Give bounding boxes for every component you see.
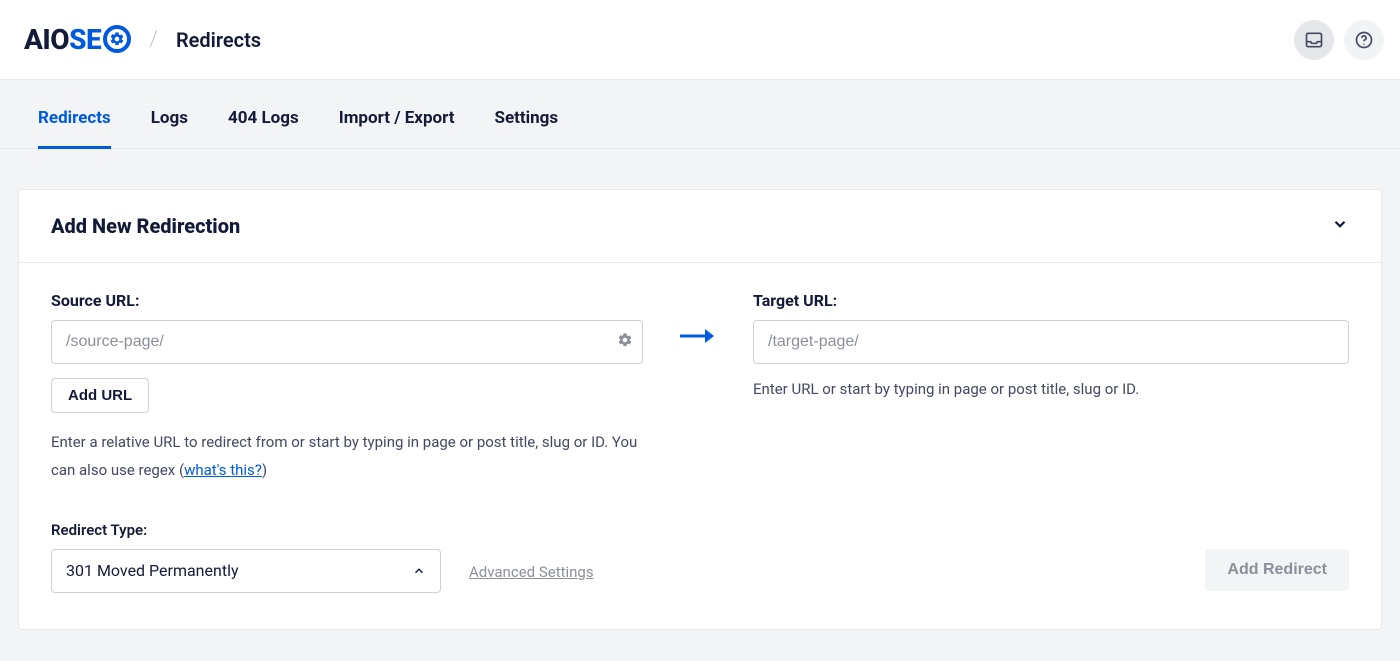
redirect-type-selected: 301 Moved Permanently xyxy=(66,561,239,580)
target-help-text: Enter URL or start by typing in page or … xyxy=(753,380,1349,398)
inbox-icon xyxy=(1304,30,1324,50)
source-help-post: ) xyxy=(262,461,267,479)
arrow-right-icon xyxy=(678,327,718,349)
gear-icon xyxy=(617,332,633,348)
form-row-bottom: Redirect Type: 301 Moved Permanently Adv… xyxy=(51,521,1349,593)
form-row-urls: Source URL: Add URL Enter a relative URL… xyxy=(51,291,1349,485)
panel-body: Source URL: Add URL Enter a relative URL… xyxy=(19,263,1381,629)
panel-title: Add New Redirection xyxy=(51,214,240,238)
source-help-pre: Enter a relative URL to redirect from or… xyxy=(51,433,637,479)
whats-this-link[interactable]: what's this? xyxy=(184,461,262,479)
source-url-label: Source URL: xyxy=(51,291,643,310)
tab-logs[interactable]: Logs xyxy=(151,80,188,149)
target-url-input[interactable] xyxy=(753,320,1349,364)
arrow-column xyxy=(643,291,753,349)
source-column: Source URL: Add URL Enter a relative URL… xyxy=(51,291,643,485)
add-redirect-button[interactable]: Add Redirect xyxy=(1205,549,1349,591)
redirect-type-block: Redirect Type: 301 Moved Permanently xyxy=(51,521,441,593)
logo-gear-icon xyxy=(103,25,131,53)
panel-add-redirection: Add New Redirection Source URL: Add URL … xyxy=(18,189,1382,630)
help-icon xyxy=(1354,30,1374,50)
chevron-down-icon xyxy=(1331,215,1349,233)
tabs: Redirects Logs 404 Logs Import / Export … xyxy=(0,80,1400,149)
redirect-type-select[interactable]: 301 Moved Permanently xyxy=(51,549,441,593)
target-column: Target URL: Enter URL or start by typing… xyxy=(753,291,1349,398)
page-title: Redirects xyxy=(176,28,261,52)
breadcrumb-separator: / xyxy=(149,27,158,52)
tab-404-logs[interactable]: 404 Logs xyxy=(228,80,299,149)
logo-text-aio: AIO xyxy=(24,23,69,56)
source-url-options-button[interactable] xyxy=(617,332,633,352)
source-help-text: Enter a relative URL to redirect from or… xyxy=(51,429,641,485)
tab-import-export[interactable]: Import / Export xyxy=(339,80,455,149)
logo-text-se: SE xyxy=(69,23,101,56)
panel-collapse-toggle[interactable] xyxy=(1331,215,1349,237)
topbar: AIO SE / Redirects xyxy=(0,0,1400,80)
target-url-label: Target URL: xyxy=(753,291,1349,310)
advanced-settings-link[interactable]: Advanced Settings xyxy=(469,563,594,581)
chevron-up-icon xyxy=(412,564,426,578)
logo: AIO SE xyxy=(24,23,131,56)
source-url-input[interactable] xyxy=(51,320,643,364)
panel-header: Add New Redirection xyxy=(19,190,1381,263)
tab-settings[interactable]: Settings xyxy=(495,80,559,149)
help-button[interactable] xyxy=(1344,20,1384,60)
redirect-type-label: Redirect Type: xyxy=(51,521,441,539)
inbox-button[interactable] xyxy=(1294,20,1334,60)
tab-redirects[interactable]: Redirects xyxy=(38,80,111,149)
add-url-button[interactable]: Add URL xyxy=(51,378,149,413)
